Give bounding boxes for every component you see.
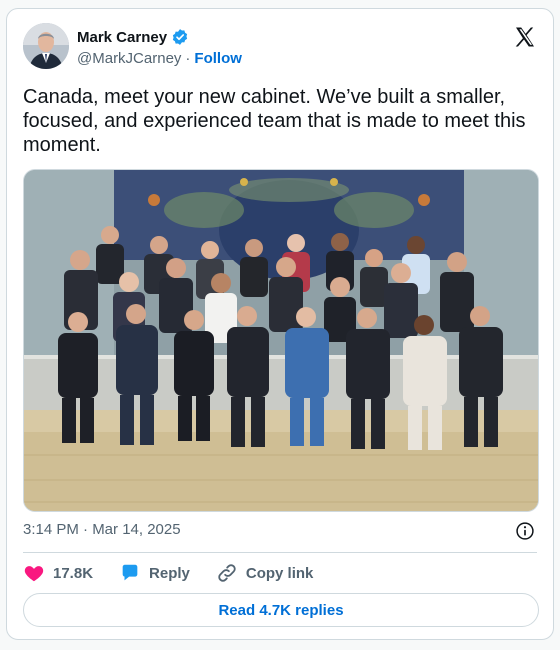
cabinet-photo[interactable] <box>23 169 539 512</box>
author-handle[interactable]: @MarkJCarney <box>77 50 181 67</box>
verified-badge-icon <box>172 29 188 45</box>
info-icon[interactable] <box>515 521 535 541</box>
x-logo-icon[interactable] <box>513 25 537 49</box>
heart-icon <box>24 566 44 582</box>
tweet-meta-row: 3:14 PM · Mar 14, 2025 <box>23 521 537 541</box>
author-display-name[interactable]: Mark Carney <box>77 29 167 46</box>
author-handle-row: @MarkJCarney · Follow <box>77 50 242 67</box>
tweet-actions: 17.8K Reply Copy link <box>23 561 339 585</box>
like-button[interactable]: 17.8K <box>23 562 93 584</box>
divider <box>23 552 537 553</box>
link-icon <box>218 564 236 582</box>
tweet-timestamp[interactable]: 3:14 PM · Mar 14, 2025 <box>23 521 181 538</box>
copy-link-button[interactable]: Copy link <box>216 562 314 584</box>
like-count: 17.8K <box>53 564 94 582</box>
copy-link-label: Copy link <box>245 564 314 582</box>
handle-separator: · <box>185 50 191 67</box>
follow-button[interactable]: Follow <box>194 50 242 67</box>
read-replies-button[interactable]: Read 4.7K replies <box>23 593 539 627</box>
speech-bubble-icon <box>122 564 138 581</box>
reply-button[interactable]: Reply <box>119 562 190 584</box>
tweet-card: Mark Carney @MarkJCarney · Follow Canada… <box>6 8 554 640</box>
reply-label: Reply <box>149 564 190 582</box>
tweet-header: Mark Carney @MarkJCarney · Follow <box>23 23 537 73</box>
author-avatar[interactable] <box>23 23 69 69</box>
tweet-text: Canada, meet your new cabinet. We’ve bui… <box>23 86 526 156</box>
author-name-row: Mark Carney <box>77 28 189 46</box>
